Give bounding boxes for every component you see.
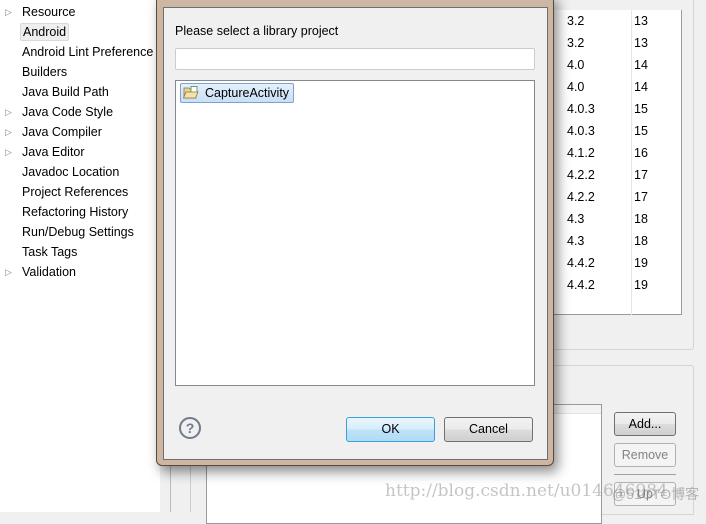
properties-tree: ▷ Resource Android Android Lint Preference B… xyxy=(0,0,160,512)
api-level-cell: 18 xyxy=(634,212,648,226)
platform-cell: 3.2 xyxy=(567,14,585,28)
platform-cell: 4.1.2 xyxy=(567,146,595,160)
add-library-button[interactable]: Add... xyxy=(614,412,676,436)
tree-item[interactable]: Validation xyxy=(20,263,78,281)
expand-arrow-icon[interactable]: ▷ xyxy=(5,123,12,141)
tree-item[interactable]: Java Code Style xyxy=(20,103,115,121)
api-level-cell: 13 xyxy=(634,14,648,28)
api-level-cell: 17 xyxy=(634,190,648,204)
platform-cell: 4.0.3 xyxy=(567,102,595,116)
platform-cell: 4.2.2 xyxy=(567,168,595,182)
api-level-cell: 15 xyxy=(634,102,648,116)
platform-cell: 4.0.3 xyxy=(567,124,595,138)
api-level-cell: 14 xyxy=(634,80,648,94)
column-divider xyxy=(631,10,632,315)
tree-item[interactable]: Android Lint Preference xyxy=(20,43,155,61)
platform-cell: 4.2.2 xyxy=(567,190,595,204)
tree-item[interactable]: Java Editor xyxy=(20,143,87,161)
platform-cell: 4.0 xyxy=(567,58,585,72)
expand-arrow-icon[interactable]: ▷ xyxy=(5,263,12,281)
api-level-cell: 16 xyxy=(634,146,648,160)
project-list[interactable] xyxy=(175,80,535,386)
cancel-button[interactable]: Cancel xyxy=(444,417,533,442)
ok-button[interactable]: OK xyxy=(346,417,435,442)
remove-library-button[interactable]: Remove xyxy=(614,443,676,467)
tree-item[interactable]: Builders xyxy=(20,63,69,81)
expand-arrow-icon[interactable]: ▷ xyxy=(5,3,12,21)
platform-cell: 4.4.2 xyxy=(567,256,595,270)
api-level-cell: 17 xyxy=(634,168,648,182)
platform-cell: 4.3 xyxy=(567,234,585,248)
tree-item[interactable]: Refactoring History xyxy=(20,203,130,221)
dialog-prompt: Please select a library project xyxy=(175,24,339,38)
button-separator xyxy=(614,474,676,475)
tree-item[interactable]: Project References xyxy=(20,183,130,201)
api-level-cell: 14 xyxy=(634,58,648,72)
tree-item[interactable]: Android xyxy=(20,23,70,41)
platform-cell: 4.0 xyxy=(567,80,585,94)
open-project-folder-icon xyxy=(183,86,199,99)
tree-item[interactable]: Resource xyxy=(20,3,78,21)
expand-arrow-icon[interactable]: ▷ xyxy=(5,103,12,121)
expand-arrow-icon[interactable]: ▷ xyxy=(5,143,12,161)
api-level-cell: 19 xyxy=(634,278,648,292)
background-panel xyxy=(170,466,206,512)
tree-item[interactable]: Java Build Path xyxy=(20,83,111,101)
background-divider xyxy=(190,466,191,512)
api-level-cell: 18 xyxy=(634,234,648,248)
api-level-cell: 19 xyxy=(634,256,648,270)
tree-item[interactable]: Task Tags xyxy=(20,243,79,261)
api-level-cell: 15 xyxy=(634,124,648,138)
platform-cell: 4.4.2 xyxy=(567,278,595,292)
tree-item[interactable]: Run/Debug Settings xyxy=(20,223,136,241)
filter-input[interactable] xyxy=(175,48,535,70)
platform-cell: 4.3 xyxy=(567,212,585,226)
platform-cell: 3.2 xyxy=(567,36,585,50)
tree-item[interactable]: Javadoc Location xyxy=(20,163,121,181)
help-icon[interactable]: ? xyxy=(179,417,201,439)
watermark-site: @51CTO博客 xyxy=(612,486,700,502)
tree-item[interactable]: Java Compiler xyxy=(20,123,104,141)
api-level-cell: 13 xyxy=(634,36,648,50)
